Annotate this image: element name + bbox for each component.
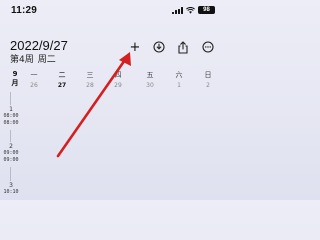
day-number: 29 xyxy=(114,82,122,89)
week-number-label: 第4周 xyxy=(10,55,34,65)
timeline-day: 2 xyxy=(9,143,13,150)
timeline-divider xyxy=(10,167,11,181)
status-time: 11:29 xyxy=(11,5,38,16)
share-button[interactable] xyxy=(175,39,191,55)
more-icon xyxy=(202,41,214,53)
timeline-divider xyxy=(10,130,11,142)
day-column-sat[interactable]: 六 1 xyxy=(169,70,189,89)
add-event-button[interactable]: + xyxy=(127,39,143,55)
wifi-icon xyxy=(186,6,195,14)
page-title: 2022/9/27 xyxy=(10,38,68,53)
timeline-time: 09:00 xyxy=(3,150,19,156)
timeline-time: 09:00 xyxy=(3,157,19,163)
day-name: 五 xyxy=(146,71,154,79)
day-column-wed[interactable]: 三 28 xyxy=(80,70,100,89)
more-button[interactable] xyxy=(200,39,216,55)
annotation-arrow-icon xyxy=(56,52,131,158)
timeline-time: 10:10 xyxy=(3,189,19,195)
timeline-divider xyxy=(10,92,11,105)
day-number: 1 xyxy=(177,82,181,89)
day-name: 日 xyxy=(204,71,212,79)
day-name: 一 xyxy=(30,71,38,79)
timeline-day: 1 xyxy=(9,106,13,113)
timeline-entry[interactable]: 1 08:00 08:00 xyxy=(3,106,19,127)
plus-icon: + xyxy=(129,39,141,55)
day-number: 27 xyxy=(57,82,67,89)
day-number: 28 xyxy=(86,82,94,89)
timeline-time: 08:00 xyxy=(3,113,19,119)
weekday-label: 周二 xyxy=(37,55,56,65)
day-column-mon[interactable]: 一 26 xyxy=(24,70,44,89)
week-info: 第4周 周二 xyxy=(10,52,56,65)
timeline-time: 08:00 xyxy=(3,120,19,126)
day-column-fri[interactable]: 五 30 xyxy=(140,70,160,89)
day-name: 四 xyxy=(114,71,122,79)
battery-indicator: 98 xyxy=(198,6,215,14)
timeline-entry[interactable]: 2 09:00 09:00 xyxy=(3,143,19,164)
month-char: 月 xyxy=(11,79,19,87)
share-icon xyxy=(178,40,188,54)
timeline-day: 3 xyxy=(9,182,13,189)
cellular-signal-icon xyxy=(172,6,183,14)
day-column-sun[interactable]: 日 2 xyxy=(198,70,218,89)
month-label: 9 月 xyxy=(10,70,20,88)
download-icon xyxy=(153,41,165,53)
day-column-tue[interactable]: 二 27 xyxy=(52,70,72,89)
day-number: 26 xyxy=(30,82,38,89)
timeline-entry[interactable]: 3 10:10 xyxy=(3,182,19,196)
day-column-thu[interactable]: 四 29 xyxy=(108,70,128,89)
download-button[interactable] xyxy=(151,39,167,55)
day-name: 二 xyxy=(58,71,66,79)
status-icons: 98 xyxy=(172,6,215,14)
day-name: 六 xyxy=(175,71,183,79)
day-name: 三 xyxy=(86,71,94,79)
day-number: 2 xyxy=(206,82,210,89)
month-number: 9 xyxy=(12,70,18,78)
day-number: 30 xyxy=(146,82,154,89)
